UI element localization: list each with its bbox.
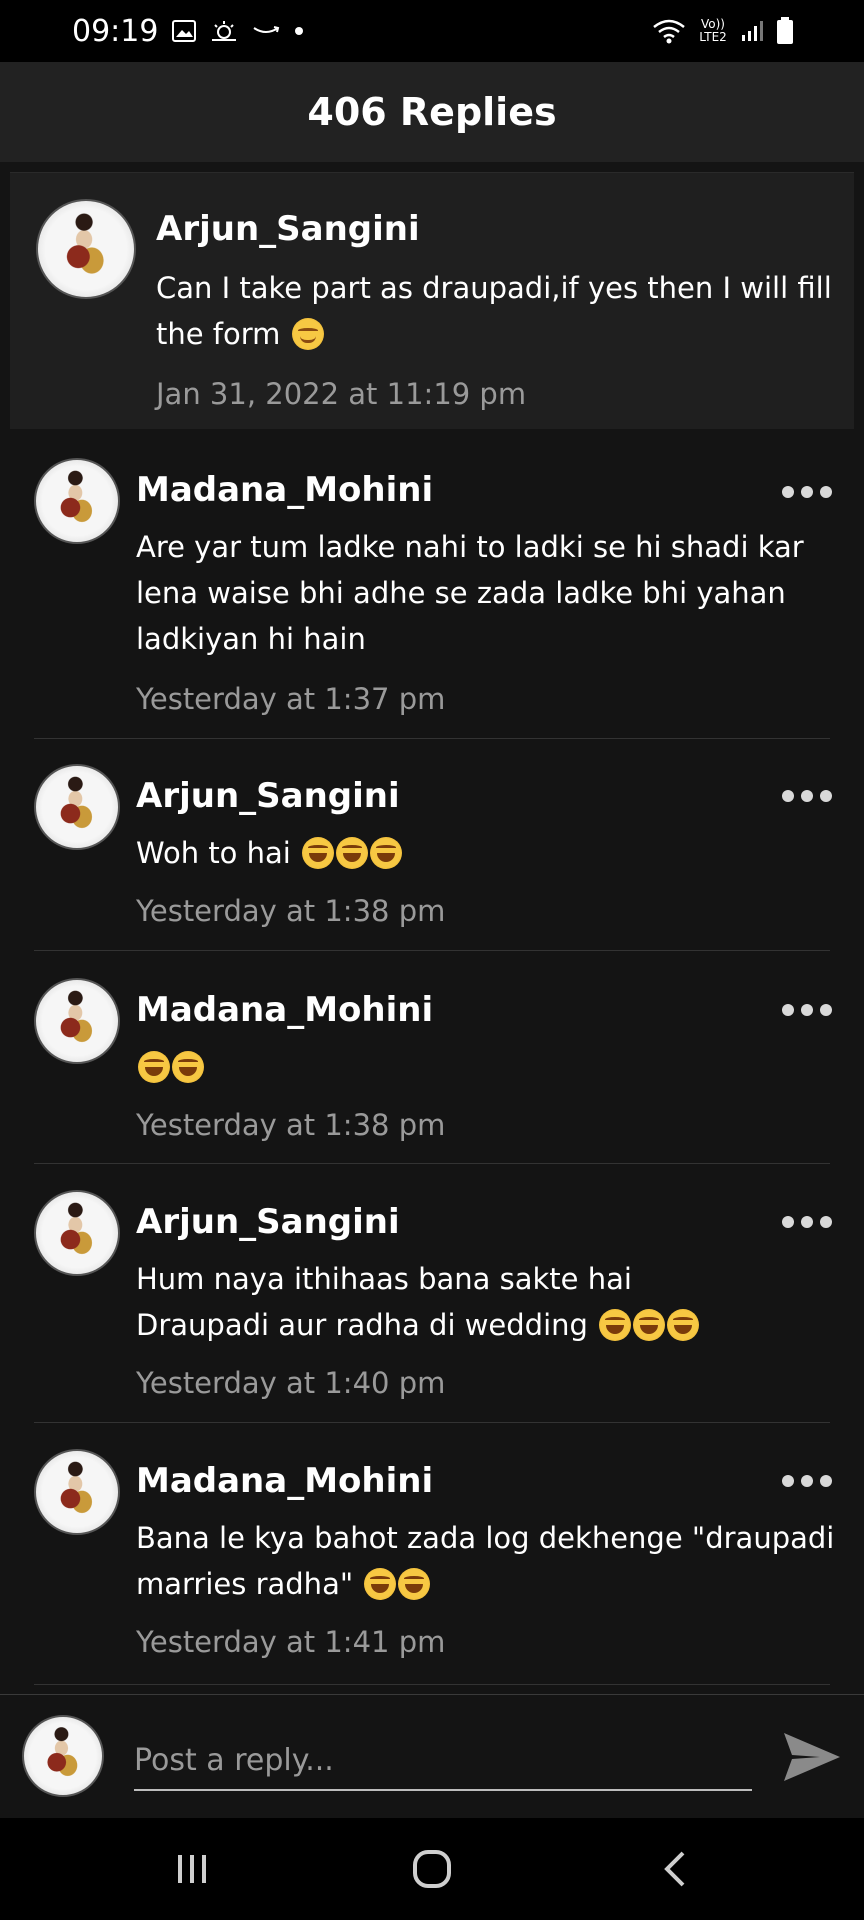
home-icon xyxy=(413,1850,451,1888)
home-button[interactable] xyxy=(402,1844,462,1894)
reply-timestamp: Yesterday at 1:37 pm xyxy=(136,682,446,716)
reply-text-line: marries radha" xyxy=(136,1561,856,1607)
dot-icon xyxy=(295,27,304,35)
status-notification-icons xyxy=(172,20,304,42)
face-with-tears-of-joy-emoji xyxy=(599,1309,632,1341)
status-time: 09:19 xyxy=(72,13,159,49)
face-with-tears-of-joy-emoji xyxy=(633,1309,666,1341)
reply-timestamp: Yesterday at 1:40 pm xyxy=(136,1366,446,1400)
comment-timestamp: Jan 31, 2022 at 11:19 pm xyxy=(156,377,527,411)
amazon-icon xyxy=(253,26,280,33)
reply-item: Arjun_Sangini Hum naya ithihaas bana sak… xyxy=(0,1172,864,1422)
comment-text: Can I take part as draupadi,if yes then … xyxy=(156,265,836,357)
status-system-icons: Vo)) LTE2 xyxy=(652,17,794,45)
avatar xyxy=(22,1715,104,1797)
reply-item: Madana_Mohini Yesterday at 1:38 pm xyxy=(0,960,864,1164)
recent-apps-icon xyxy=(178,1855,206,1883)
face-with-tears-of-joy-emoji xyxy=(667,1309,700,1341)
more-horizontal-icon[interactable] xyxy=(782,1002,832,1018)
divider xyxy=(34,738,830,739)
reply-author[interactable]: Arjun_Sangini xyxy=(136,1202,400,1242)
divider xyxy=(34,1163,830,1164)
reply-item: Arjun_Sangini Woh to hai Yesterday at 1:… xyxy=(0,746,864,950)
more-horizontal-icon[interactable] xyxy=(782,1473,832,1489)
send-icon[interactable] xyxy=(780,1725,844,1789)
comment-text-content: Can I take part as draupadi,if yes then … xyxy=(156,271,832,351)
reply-text-content: marries radha" xyxy=(136,1567,354,1601)
reply-item: Madana_Mohini Bana le kya bahot zada log… xyxy=(0,1431,864,1685)
weather-icon xyxy=(212,21,237,41)
reply-author[interactable]: Madana_Mohini xyxy=(136,990,433,1030)
reply-text-line: Hum naya ithihaas bana sakte hai xyxy=(136,1262,632,1296)
more-horizontal-icon[interactable] xyxy=(782,1214,832,1230)
avatar[interactable] xyxy=(34,978,120,1064)
more-horizontal-icon[interactable] xyxy=(782,788,832,804)
back-icon xyxy=(664,1851,685,1887)
avatar[interactable] xyxy=(34,764,120,850)
status-bar: 09:19 Vo)) LTE2 xyxy=(0,0,864,62)
wifi-icon xyxy=(653,19,685,44)
page-title: 406 Replies xyxy=(307,90,557,134)
reply-author[interactable]: Arjun_Sangini xyxy=(136,776,400,816)
avatar[interactable] xyxy=(34,458,120,544)
reply-text: Hum naya ithihaas bana sakte hai Draupad… xyxy=(136,1256,836,1348)
divider xyxy=(34,1684,830,1685)
system-nav-bar xyxy=(0,1818,864,1920)
avatar[interactable] xyxy=(34,1449,120,1535)
signal-icon xyxy=(742,21,763,41)
face-with-tears-of-joy-emoji xyxy=(364,1568,397,1600)
avatar[interactable] xyxy=(34,1190,120,1276)
reply-author[interactable]: Madana_Mohini xyxy=(136,1461,433,1501)
battery-icon xyxy=(777,17,793,44)
reply-timestamp: Yesterday at 1:38 pm xyxy=(136,894,446,928)
reply-text: Bana le kya bahot zada log dekhenge "dra… xyxy=(136,1515,856,1607)
divider xyxy=(34,1422,830,1423)
reply-timestamp: Yesterday at 1:41 pm xyxy=(136,1625,446,1659)
reply-text-content: Woh to hai xyxy=(136,836,291,870)
divider xyxy=(34,950,830,951)
gallery-icon xyxy=(172,20,197,42)
reply-timestamp: Yesterday at 1:38 pm xyxy=(136,1108,446,1142)
reply-text-line: Bana le kya bahot zada log dekhenge "dra… xyxy=(136,1521,835,1555)
reply-text: Are yar tum ladke nahi to ladki se hi sh… xyxy=(136,530,804,656)
recent-apps-button[interactable] xyxy=(162,1844,222,1894)
reply-composer xyxy=(0,1694,864,1819)
face-with-tears-of-joy-emoji xyxy=(398,1568,431,1600)
face-with-tears-of-joy-emoji xyxy=(138,1051,170,1083)
face-with-tears-of-joy-emoji xyxy=(172,1051,204,1083)
smiling-face-emoji xyxy=(291,318,324,350)
face-with-tears-of-joy-emoji xyxy=(302,837,335,869)
reply-text xyxy=(136,1044,836,1090)
network-label: Vo)) LTE2 xyxy=(699,17,727,44)
replies-header: 406 Replies xyxy=(0,62,864,162)
reply-text-line: Draupadi aur radha di wedding xyxy=(136,1302,836,1348)
face-with-tears-of-joy-emoji xyxy=(370,837,403,869)
reply-text-content: Draupadi aur radha di wedding xyxy=(136,1308,588,1342)
reply-text: Woh to hai xyxy=(136,830,836,876)
reply-item: Madana_Mohini Are yar tum ladke nahi to … xyxy=(0,440,864,738)
reply-author[interactable]: Madana_Mohini xyxy=(136,470,433,510)
reply-input[interactable] xyxy=(134,1731,752,1791)
parent-comment: Arjun_Sangini Can I take part as draupad… xyxy=(10,172,854,429)
avatar[interactable] xyxy=(36,199,136,299)
face-with-tears-of-joy-emoji xyxy=(336,837,369,869)
more-horizontal-icon[interactable] xyxy=(782,484,832,500)
comment-author[interactable]: Arjun_Sangini xyxy=(156,209,420,249)
back-button[interactable] xyxy=(645,1844,705,1894)
